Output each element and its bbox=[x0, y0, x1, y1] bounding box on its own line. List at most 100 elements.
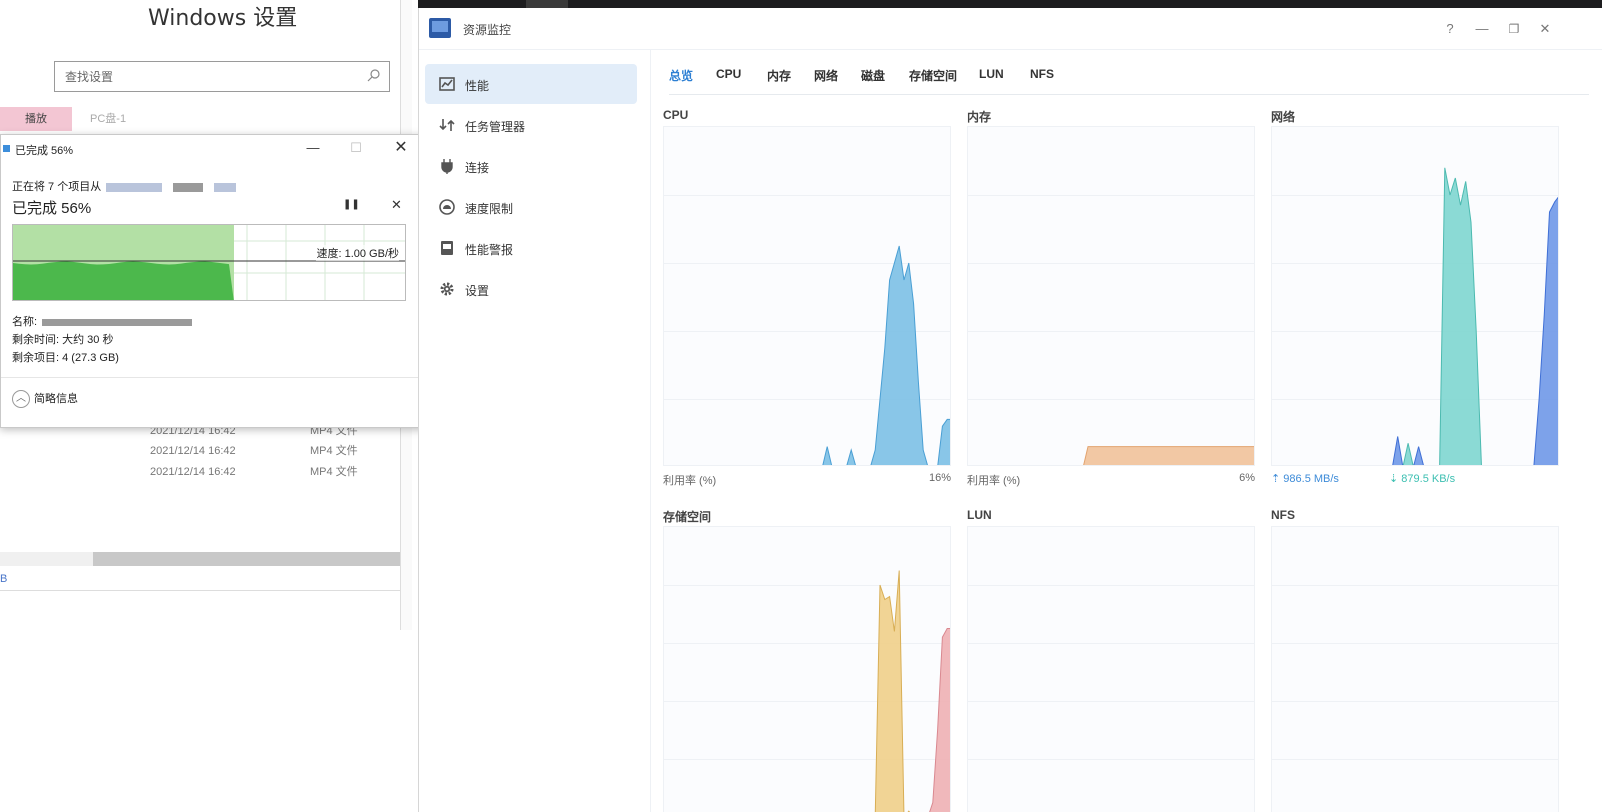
lun-chart-svg bbox=[968, 585, 1254, 760]
sidebar-item-performance-alert[interactable]: 性能警报 bbox=[425, 228, 637, 268]
redacted-text bbox=[42, 318, 193, 326]
copy-icon bbox=[3, 145, 10, 152]
speed-limit-icon bbox=[439, 199, 455, 215]
upload-value: 986.5 MB/s bbox=[1283, 473, 1339, 485]
performance-icon bbox=[439, 77, 455, 91]
speed-graph-svg bbox=[13, 225, 405, 300]
tab-pc-disk[interactable]: PC盘-1 bbox=[72, 107, 144, 131]
sidebar-item-performance[interactable]: 性能 bbox=[425, 64, 637, 104]
series-area bbox=[1392, 196, 1558, 465]
copy-source-label: 正在将 7 个项目从 bbox=[12, 181, 102, 193]
less-details-label: 简略信息 bbox=[34, 393, 78, 405]
cpu-chart-svg bbox=[664, 195, 950, 465]
pause-button[interactable]: ❚❚ bbox=[343, 199, 360, 210]
upload-rate: ⇡ 986.5 MB/s bbox=[1271, 473, 1339, 485]
chevron-up-icon: ︿ bbox=[12, 390, 30, 409]
redacted-text bbox=[106, 182, 163, 192]
tab-cpu[interactable]: CPU bbox=[716, 67, 741, 81]
monitor-sidebar: 性能 任务管理器 连接 速度限制 性能警报 设置 bbox=[419, 50, 651, 812]
series-area bbox=[1402, 167, 1482, 465]
desktop: Windows 设置 查找设置 播放 PC盘-1 2021/12/14 16:4… bbox=[0, 0, 1602, 812]
status-text: B bbox=[0, 573, 8, 585]
minimize-button[interactable]: — bbox=[302, 138, 324, 158]
tab-network[interactable]: 网络 bbox=[814, 67, 838, 84]
panel-footer: ⇡ 986.5 MB/s ⇣ 879.5 KB/s bbox=[1271, 472, 1559, 485]
sidebar-item-task-manager[interactable]: 任务管理器 bbox=[425, 105, 637, 145]
sidebar-item-label: 连接 bbox=[465, 161, 490, 175]
settings-title: Windows 设置 bbox=[148, 6, 298, 31]
divider bbox=[1, 377, 430, 378]
tab-play[interactable]: 播放 bbox=[0, 107, 72, 131]
memory-chart-svg bbox=[968, 195, 1254, 465]
file-row[interactable]: 2021/12/14 16:42 MP4 文件 bbox=[150, 442, 358, 458]
sidebar-item-speed-limit[interactable]: 速度限制 bbox=[425, 187, 637, 227]
download-rate: ⇣ 879.5 KB/s bbox=[1389, 473, 1456, 485]
tab-memory[interactable]: 内存 bbox=[767, 67, 791, 84]
storage-panel: 存储空间 bbox=[663, 508, 951, 812]
panel-title: 存储空间 bbox=[663, 510, 712, 524]
panel-title: 内存 bbox=[967, 110, 992, 124]
storage-chart-svg bbox=[664, 570, 950, 812]
close-button[interactable]: ✕ bbox=[1536, 20, 1554, 38]
top-strip bbox=[418, 0, 1602, 8]
task-manager-icon bbox=[439, 119, 455, 131]
download-value: 879.5 KB/s bbox=[1401, 473, 1456, 485]
restore-button[interactable]: ❐ bbox=[1505, 20, 1523, 38]
sidebar-item-label: 性能警报 bbox=[465, 243, 514, 257]
horizontal-scrollbar[interactable] bbox=[0, 552, 412, 566]
tab-overview[interactable]: 总览 bbox=[669, 67, 693, 84]
minimize-button[interactable]: — bbox=[1473, 20, 1491, 38]
settings-search-placeholder: 查找设置 bbox=[65, 70, 114, 84]
series-area bbox=[1083, 446, 1254, 465]
file-row[interactable]: 2021/12/14 16:42 MP4 文件 bbox=[150, 463, 358, 479]
explorer-tabs: 播放 PC盘-1 bbox=[0, 107, 412, 131]
sidebar-item-connections[interactable]: 连接 bbox=[425, 146, 637, 186]
panel-title: LUN bbox=[967, 508, 992, 522]
alert-icon bbox=[441, 241, 453, 255]
nfs-chart bbox=[1271, 526, 1559, 812]
sidebar-item-settings[interactable]: 设置 bbox=[425, 269, 637, 309]
nfs-chart-svg bbox=[1272, 585, 1558, 760]
remaining-items-text: 剩余项目: 4 (27.3 GB) bbox=[12, 352, 119, 364]
file-type: MP4 文件 bbox=[310, 466, 358, 478]
file-name-label: 名称: bbox=[12, 316, 38, 328]
memory-chart bbox=[967, 126, 1255, 466]
settings-search-input[interactable]: 查找设置 bbox=[54, 61, 390, 92]
storage-chart bbox=[663, 526, 951, 812]
panel-title: NFS bbox=[1271, 508, 1295, 522]
lun-panel: LUN bbox=[967, 508, 1255, 812]
file-date: 2021/12/14 16:42 bbox=[150, 445, 236, 457]
sidebar-item-label: 速度限制 bbox=[465, 202, 514, 216]
dialog-title: 已完成 56% bbox=[15, 145, 74, 157]
panel-footer: 利用率 (%) 16% bbox=[663, 472, 951, 488]
stop-button[interactable]: ✕ bbox=[391, 197, 402, 213]
close-button[interactable]: ✕ bbox=[390, 138, 412, 158]
tab-nfs[interactable]: NFS bbox=[1030, 67, 1054, 81]
cpu-chart bbox=[663, 126, 951, 466]
utilization-label: 利用率 (%) bbox=[967, 475, 1021, 487]
file-type: MP4 文件 bbox=[310, 445, 358, 457]
series-area bbox=[874, 570, 911, 812]
resource-monitor-icon bbox=[429, 18, 451, 38]
panel-title: 网络 bbox=[1271, 110, 1296, 124]
utilization-value: 16% bbox=[928, 472, 951, 484]
monitor-titlebar: 资源监控 ? — ❐ ✕ bbox=[419, 8, 1602, 50]
file-name-row: 名称: bbox=[12, 313, 193, 329]
help-button[interactable]: ? bbox=[1441, 20, 1459, 38]
panel-footer: 利用率 (%) 6% bbox=[967, 472, 1255, 488]
scrollbar-thumb[interactable] bbox=[93, 552, 412, 566]
lun-chart bbox=[967, 526, 1255, 812]
network-panel: 网络 ⇡ 986.5 MB/s ⇣ 879.5 KB/s bbox=[1271, 108, 1559, 498]
tab-lun[interactable]: LUN bbox=[979, 67, 1004, 81]
redacted-text bbox=[173, 182, 204, 192]
tab-disk[interactable]: 磁盘 bbox=[861, 67, 885, 84]
sidebar-item-label: 性能 bbox=[465, 79, 490, 93]
tab-storage[interactable]: 存储空间 bbox=[909, 67, 957, 84]
maximize-button[interactable]: ☐ bbox=[345, 138, 367, 158]
transfer-speed-graph: 速度: 1.00 GB/秒 bbox=[12, 224, 406, 301]
redacted-text bbox=[214, 182, 237, 192]
less-details-button[interactable]: ︿ 简略信息 bbox=[12, 390, 78, 409]
plug-icon bbox=[441, 159, 453, 174]
speed-area bbox=[13, 261, 234, 300]
network-chart-svg bbox=[1272, 167, 1558, 465]
